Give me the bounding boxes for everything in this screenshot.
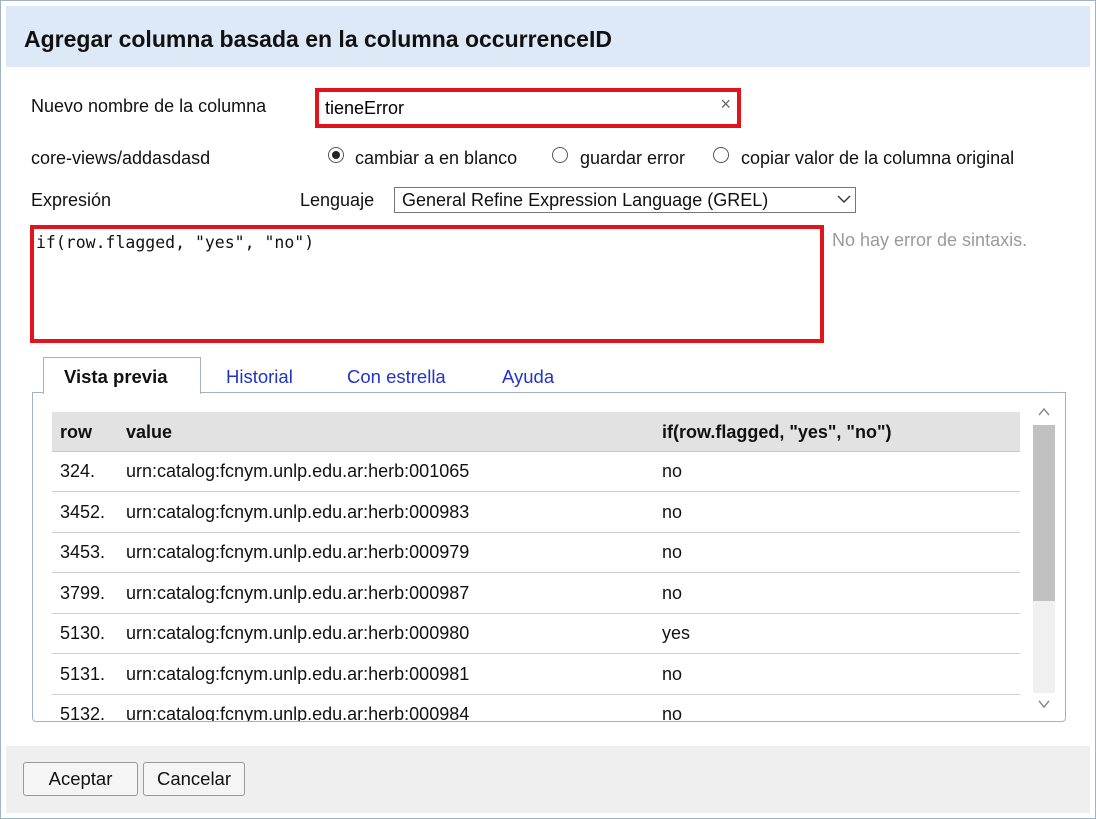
cancel-button[interactable]: Cancelar (143, 762, 245, 796)
row-result: no (662, 664, 683, 684)
row-number: 5132. (60, 704, 106, 722)
expression-highlight: if(row.flagged, "yes", "no") (30, 225, 824, 343)
row-number: 324. (60, 461, 96, 481)
table-row: 3452. urn:catalog:fcnym.unlp.edu.ar:herb… (52, 492, 1020, 533)
row-number: 3452. (60, 502, 106, 522)
radio-store-error-label[interactable]: guardar error (580, 148, 685, 169)
syntax-status: No hay error de sintaxis. (832, 230, 1028, 250)
tab-preview[interactable]: Vista previa (43, 357, 201, 394)
radio-set-blank-label[interactable]: cambiar a en blanco (355, 148, 517, 169)
tab-history[interactable]: Historial (226, 366, 293, 388)
row-result: no (662, 583, 683, 603)
new-column-name-highlight: × (315, 88, 741, 128)
row-number: 5131. (60, 664, 106, 684)
new-column-name-input[interactable] (325, 97, 705, 119)
scrollbar-thumb[interactable] (1033, 425, 1055, 601)
row-value: urn:catalog:fcnym.unlp.edu.ar:herb:00098… (126, 704, 470, 722)
chevron-up-icon[interactable] (1036, 405, 1052, 419)
language-select-value: General Refine Expression Language (GREL… (402, 190, 769, 210)
row-result: no (662, 542, 683, 562)
row-value: urn:catalog:fcnym.unlp.edu.ar:herb:00098… (126, 664, 470, 684)
row-result: no (662, 461, 683, 481)
preview-scrollbar[interactable] (1031, 401, 1057, 719)
radio-copy-original-label[interactable]: copiar valor de la columna original (741, 148, 1014, 169)
tab-starred[interactable]: Con estrella (347, 366, 446, 388)
ok-button[interactable]: Aceptar (23, 762, 138, 796)
table-row: 5131. urn:catalog:fcnym.unlp.edu.ar:herb… (52, 654, 1020, 695)
table-row: 324. urn:catalog:fcnym.unlp.edu.ar:herb:… (52, 451, 1020, 492)
row-result: no (662, 502, 683, 522)
header-row: row (60, 422, 93, 442)
new-column-name-label: Nuevo nombre de la columna (31, 96, 267, 116)
table-row: 3799. urn:catalog:fcnym.unlp.edu.ar:herb… (52, 573, 1020, 614)
table-row: 3453. urn:catalog:fcnym.unlp.edu.ar:herb… (52, 532, 1020, 573)
language-select[interactable]: General Refine Expression Language (GREL… (394, 187, 856, 213)
row-number: 3453. (60, 542, 106, 562)
radio-store-error[interactable] (552, 147, 568, 163)
tab-preview-label: Vista previa (64, 366, 168, 387)
preview-panel: row value if(row.flagged, "yes", "no") 3… (32, 392, 1066, 722)
expression-editor[interactable]: if(row.flagged, "yes", "no") (36, 233, 806, 331)
row-number: 5130. (60, 623, 106, 643)
table-header: row value if(row.flagged, "yes", "no") (52, 412, 1020, 452)
chevron-down-icon[interactable] (1036, 697, 1052, 711)
tab-help[interactable]: Ayuda (502, 366, 554, 388)
expression-label: Expresión (31, 190, 112, 210)
row-result: yes (662, 623, 691, 643)
header-expression: if(row.flagged, "yes", "no") (662, 422, 892, 442)
dialog-title: Agregar columna basada en la columna occ… (24, 26, 612, 52)
dialog-header: Agregar columna basada en la columna occ… (6, 6, 1090, 67)
row-value: urn:catalog:fcnym.unlp.edu.ar:herb:00098… (126, 623, 470, 643)
table-row: 5132. urn:catalog:fcnym.unlp.edu.ar:herb… (52, 694, 1020, 722)
row-value: urn:catalog:fcnym.unlp.edu.ar:herb:00098… (126, 583, 470, 603)
on-error-label: core-views/addasdasd (31, 148, 211, 168)
row-number: 3799. (60, 583, 106, 603)
chevron-down-icon (837, 195, 851, 203)
row-result: no (662, 704, 683, 722)
radio-set-blank[interactable] (328, 147, 344, 163)
radio-copy-original[interactable] (713, 147, 729, 163)
add-column-dialog: Agregar columna basada en la columna occ… (0, 0, 1096, 819)
clear-icon[interactable]: × (720, 94, 731, 115)
dialog-footer: Aceptar Cancelar (6, 746, 1090, 813)
row-value: urn:catalog:fcnym.unlp.edu.ar:herb:00106… (126, 461, 470, 481)
header-value: value (126, 422, 173, 442)
language-label: Lenguaje (300, 190, 375, 210)
row-value: urn:catalog:fcnym.unlp.edu.ar:herb:00098… (126, 502, 470, 522)
table-row: 5130. urn:catalog:fcnym.unlp.edu.ar:herb… (52, 613, 1020, 654)
row-value: urn:catalog:fcnym.unlp.edu.ar:herb:00097… (126, 542, 470, 562)
